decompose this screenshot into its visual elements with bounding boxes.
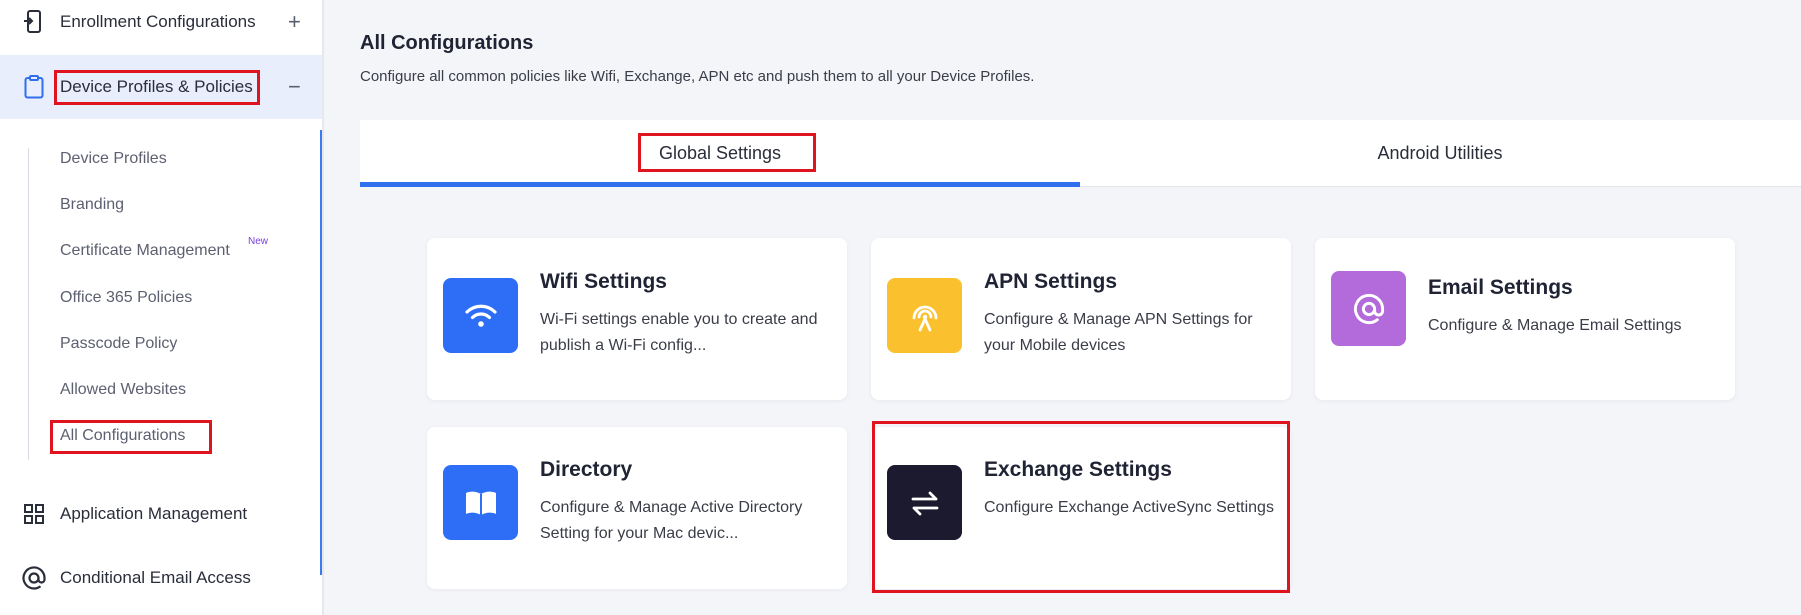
sidebar-item-office-365-policies[interactable]: Office 365 Policies: [60, 289, 192, 307]
card-title: Directory: [540, 458, 633, 481]
tab-global-settings-label: Global Settings: [658, 142, 782, 163]
sidebar-item-branding[interactable]: Branding: [60, 196, 124, 214]
card-description: Wi-Fi settings enable you to create and …: [540, 311, 818, 354]
card-description: Configure & Manage APN Settings for your…: [984, 311, 1253, 354]
card-wifi-settings[interactable]: Wifi Settings Wi-Fi settings enable you …: [427, 238, 847, 400]
sidebar-item-device-profiles[interactable]: Device Profiles: [60, 150, 167, 168]
page-description: Configure all common policies like Wifi,…: [360, 68, 1035, 85]
sidebar: Enrollment Configurations + Device Profi…: [0, 0, 324, 615]
expand-icon[interactable]: +: [288, 9, 301, 35]
card-title: APN Settings: [984, 270, 1118, 293]
card-description: Configure Exchange ActiveSync Settings: [984, 499, 1274, 516]
card-description: Configure & Manage Active Directory Sett…: [540, 499, 803, 542]
nav-enrollment-configurations[interactable]: Enrollment Configurations +: [0, 0, 322, 49]
nav-device-profiles-policies[interactable]: Device Profiles & Policies −: [0, 55, 322, 119]
page-title: All Configurations: [360, 32, 534, 54]
card-title: Wifi Settings: [540, 270, 667, 293]
tab-bar: Global Settings Android Utilities: [360, 120, 1801, 187]
tab-android-utilities[interactable]: Android Utilities: [1080, 120, 1800, 186]
sidebar-item-allowed-websites[interactable]: Allowed Websites: [60, 381, 186, 399]
nav-enrollment-label: Enrollment Configurations: [60, 11, 256, 31]
at-sign-icon: [1331, 271, 1406, 346]
book-icon: [443, 465, 518, 540]
nav-conditional-email-label: Conditional Email Access: [60, 567, 251, 587]
grid-apps-icon: [22, 502, 46, 526]
phone-enroll-icon: [22, 9, 46, 34]
tab-global-settings[interactable]: Global Settings: [360, 120, 1080, 186]
card-title: Exchange Settings: [984, 458, 1172, 481]
submenu-divider: [28, 148, 29, 460]
new-badge: New: [248, 236, 269, 247]
at-sign-nav-icon: [22, 565, 46, 590]
antenna-icon: [887, 278, 962, 353]
card-directory[interactable]: Directory Configure & Manage Active Dire…: [427, 427, 847, 589]
sidebar-item-all-configurations[interactable]: All Configurations: [60, 427, 185, 445]
nav-device-profiles-label: Device Profiles & Policies: [60, 77, 253, 96]
card-description: Configure & Manage Email Settings: [1428, 317, 1682, 334]
tab-android-utilities-label: Android Utilities: [1377, 142, 1503, 163]
sidebar-item-certificate-management[interactable]: Certificate Management: [60, 242, 230, 260]
nav-application-management[interactable]: Application Management: [0, 486, 322, 541]
wifi-icon: [443, 278, 518, 353]
exchange-arrows-icon: [887, 465, 962, 540]
card-apn-settings[interactable]: APN Settings Configure & Manage APN Sett…: [871, 238, 1291, 400]
active-tab-indicator: [360, 182, 1080, 187]
nav-conditional-email-access[interactable]: Conditional Email Access: [0, 550, 322, 605]
card-title: Email Settings: [1428, 276, 1573, 299]
clipboard-icon: [22, 75, 46, 99]
collapse-icon[interactable]: −: [288, 74, 301, 100]
nav-application-management-label: Application Management: [60, 503, 248, 523]
card-exchange-settings[interactable]: Exchange Settings Configure Exchange Act…: [871, 427, 1291, 589]
sidebar-item-passcode-policy[interactable]: Passcode Policy: [60, 335, 177, 353]
card-email-settings[interactable]: Email Settings Configure & Manage Email …: [1315, 238, 1735, 400]
